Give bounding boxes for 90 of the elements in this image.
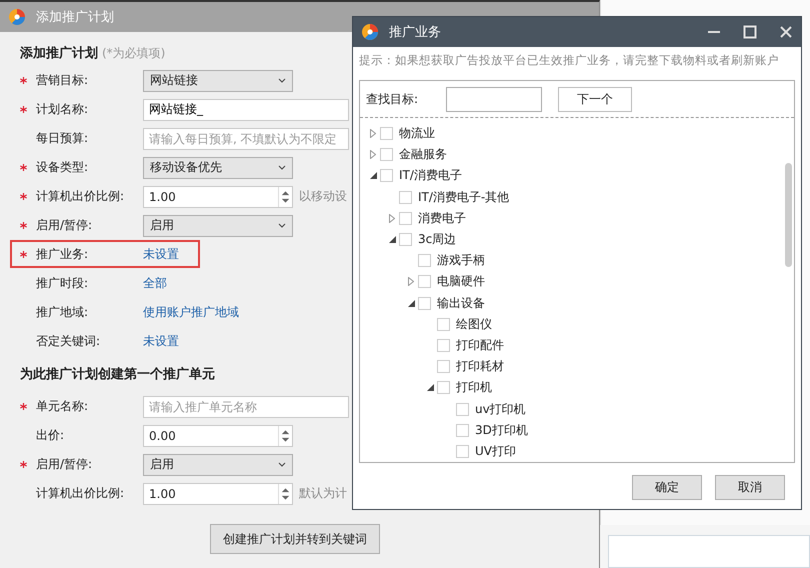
tree-item[interactable]: 打印耗材 bbox=[456, 358, 504, 376]
field-label: 每日预算: bbox=[36, 130, 90, 147]
section-heading: 为此推广计划创建第一个推广单元 bbox=[20, 366, 215, 383]
required-note: (*为必填项) bbox=[102, 44, 166, 62]
input-field[interactable]: 请输入推广单元名称 bbox=[143, 396, 349, 418]
dropdown[interactable]: 网站链接 bbox=[143, 70, 293, 92]
create-button[interactable]: 创建推广计划并转到关键词 bbox=[210, 524, 380, 554]
setting-link[interactable]: 未设置 bbox=[143, 333, 179, 350]
scrollbar-thumb[interactable] bbox=[785, 163, 792, 267]
setting-link[interactable]: 使用账户推广地域 bbox=[143, 304, 239, 321]
window-title: 推广业务 bbox=[389, 24, 442, 41]
field-label: 设备类型: bbox=[36, 159, 90, 176]
collapsed-triangle-icon[interactable] bbox=[408, 277, 414, 286]
spinner-arrows-icon[interactable] bbox=[278, 186, 292, 206]
checkbox[interactable] bbox=[456, 444, 469, 458]
field-label: 推广业务: bbox=[36, 246, 90, 262]
cancel-button[interactable]: 取消 bbox=[715, 475, 785, 500]
spinner-arrows-icon[interactable] bbox=[278, 484, 292, 504]
maximize-icon[interactable] bbox=[743, 25, 757, 39]
checkbox[interactable] bbox=[456, 424, 469, 437]
checkbox[interactable] bbox=[399, 233, 412, 246]
checkbox[interactable] bbox=[456, 402, 469, 416]
tree-item[interactable]: 3D打印机 bbox=[475, 422, 528, 439]
tree-item[interactable]: 打印机 bbox=[456, 379, 492, 396]
tree-item[interactable]: 绘图仪 bbox=[456, 316, 492, 333]
tree-item[interactable]: UV打印 bbox=[475, 442, 516, 460]
setting-link[interactable]: 全部 bbox=[143, 275, 167, 292]
field-label: 计算机出价比例: bbox=[36, 485, 126, 502]
expanded-triangle-icon[interactable] bbox=[370, 172, 376, 180]
collapsed-triangle-icon[interactable] bbox=[370, 150, 376, 160]
number-field[interactable]: 1.00 bbox=[143, 482, 293, 504]
tree-item[interactable]: 游戏手柄 bbox=[437, 252, 485, 270]
form-heading: 添加推广计划 bbox=[20, 44, 98, 62]
search-field[interactable] bbox=[446, 86, 542, 112]
checkbox[interactable] bbox=[399, 212, 412, 225]
tree-item[interactable]: 电脑硬件 bbox=[437, 273, 485, 290]
checkbox[interactable] bbox=[437, 338, 450, 352]
tree-item[interactable]: 打印配件 bbox=[456, 336, 504, 354]
input-field[interactable]: 网站链接_ bbox=[143, 98, 349, 120]
dropdown[interactable]: 启用 bbox=[143, 214, 293, 236]
field-label: 推广地域: bbox=[36, 304, 90, 321]
next-button[interactable]: 下一个 bbox=[558, 86, 632, 112]
number-field[interactable]: 1.00 bbox=[143, 186, 293, 208]
ok-button[interactable]: 确定 bbox=[632, 475, 702, 500]
tree-item[interactable]: 物流业 bbox=[399, 125, 435, 142]
field-hint: 以移动设 bbox=[299, 188, 347, 205]
number-field[interactable]: 0.00 bbox=[143, 424, 293, 446]
checkbox[interactable] bbox=[380, 127, 393, 140]
field-label: 计划名称: bbox=[36, 101, 90, 118]
dropdown[interactable]: 移动设备优先 bbox=[143, 156, 293, 178]
field-label: 单元名称: bbox=[36, 398, 90, 415]
spinner-arrows-icon[interactable] bbox=[278, 426, 292, 446]
field-label: 营销目标: bbox=[36, 72, 90, 89]
checkbox[interactable] bbox=[399, 190, 412, 204]
checkbox[interactable] bbox=[380, 169, 393, 182]
input-field[interactable]: 请输入每日预算, 不填默认为不限定 bbox=[143, 128, 349, 150]
tree-item[interactable]: 3c周边 bbox=[418, 231, 456, 248]
checkbox[interactable] bbox=[437, 360, 450, 374]
tip-text: 提示：如果想获取广告投放平台已生效推广业务，请完整下载物料或者刷新账户 bbox=[358, 52, 780, 69]
field-hint: 默认为计 bbox=[299, 485, 347, 502]
close-icon[interactable] bbox=[779, 25, 793, 39]
tree-item[interactable]: 金融服务 bbox=[399, 146, 447, 164]
collapsed-triangle-icon[interactable] bbox=[389, 214, 395, 223]
setting-link[interactable]: 未设置 bbox=[143, 246, 179, 262]
field-label: 出价: bbox=[36, 427, 66, 444]
collapsed-triangle-icon[interactable] bbox=[370, 129, 376, 138]
field-label: 启用/暂停: bbox=[36, 456, 94, 473]
checkbox[interactable] bbox=[437, 318, 450, 331]
field-label: 计算机出价比例: bbox=[36, 188, 126, 205]
tree-item[interactable]: IT/消费电子 bbox=[399, 167, 462, 184]
field-label: 否定关键词: bbox=[36, 333, 102, 350]
expanded-triangle-icon[interactable] bbox=[388, 236, 396, 244]
app-logo-icon bbox=[361, 23, 379, 41]
field-label: 推广时段: bbox=[36, 275, 90, 292]
expanded-triangle-icon[interactable] bbox=[408, 300, 414, 307]
checkbox[interactable] bbox=[380, 148, 393, 162]
tree-item[interactable]: IT/消费电子-其他 bbox=[418, 188, 510, 206]
search-label: 查找目标: bbox=[366, 90, 420, 108]
dropdown[interactable]: 启用 bbox=[143, 454, 293, 476]
app-logo-icon bbox=[8, 8, 26, 26]
checkbox[interactable] bbox=[418, 275, 431, 288]
checkbox[interactable] bbox=[418, 296, 431, 310]
tree-item[interactable]: 输出设备 bbox=[437, 294, 485, 312]
expanded-triangle-icon[interactable] bbox=[426, 384, 434, 392]
window-title: 添加推广计划 bbox=[36, 9, 114, 26]
tree-item[interactable]: 消费电子 bbox=[418, 210, 466, 227]
checkbox[interactable] bbox=[437, 381, 450, 394]
tree-item[interactable]: uv打印机 bbox=[475, 400, 526, 418]
field-label: 启用/暂停: bbox=[36, 217, 94, 234]
checkbox[interactable] bbox=[418, 254, 431, 268]
